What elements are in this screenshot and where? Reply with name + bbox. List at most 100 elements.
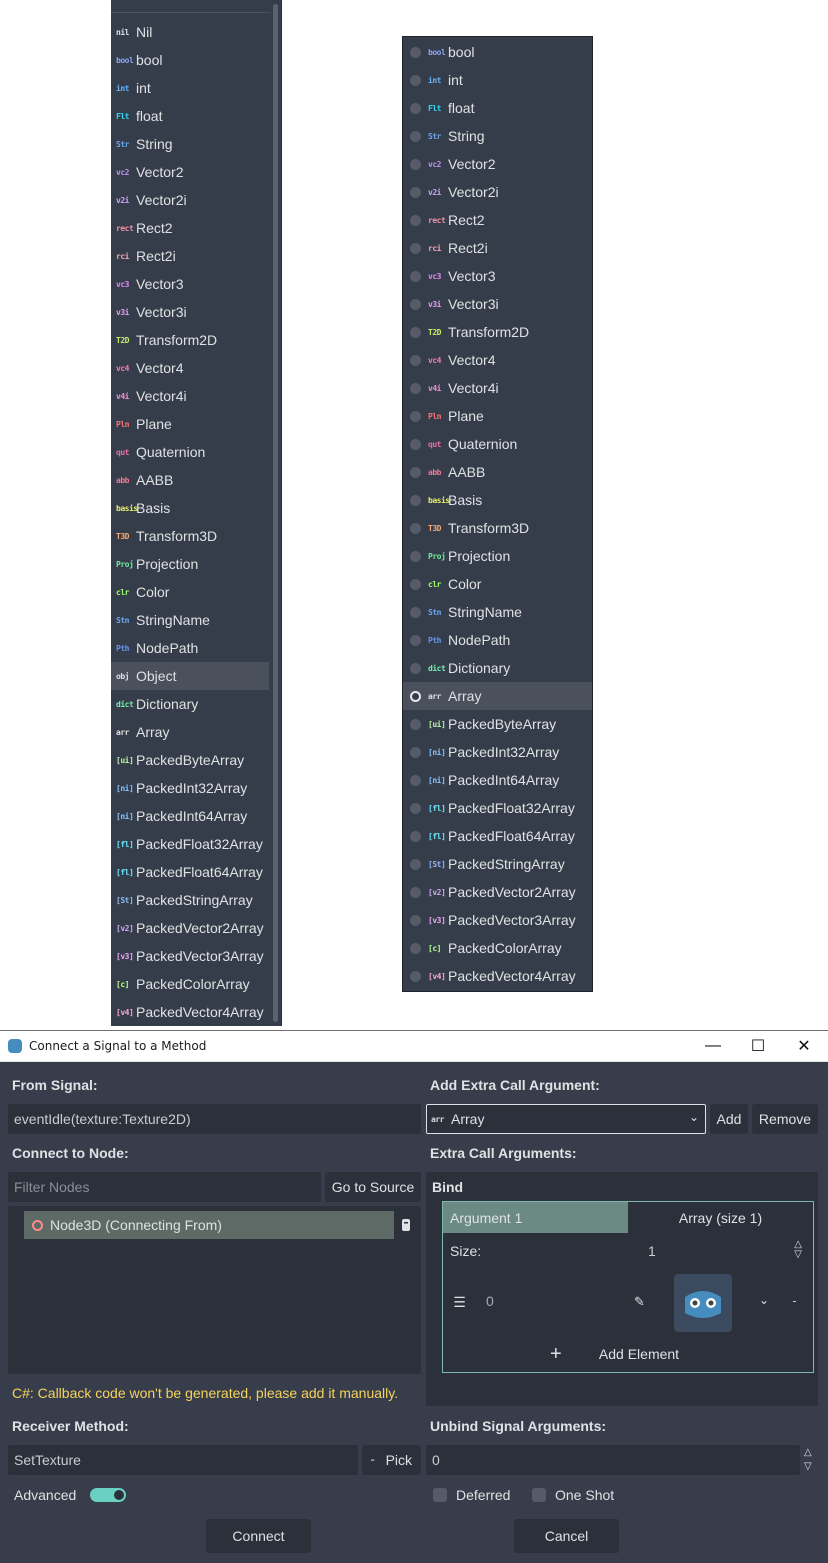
receiver-method-input[interactable]: SetTexture [8,1445,358,1475]
type-item-vector2[interactable]: vc2 Vector2 [111,158,269,186]
pick-button[interactable]: ╴ Pick [362,1445,421,1475]
type-option-vector2[interactable]: vc2 Vector2 [403,150,592,178]
close-icon[interactable]: ✕ [791,1035,817,1057]
type-item-vector3[interactable]: vc3 Vector3 [111,270,269,298]
type-option-plane[interactable]: Pln Plane [403,402,592,430]
advanced-toggle[interactable] [90,1488,127,1502]
type-item-vector3i[interactable]: v3i Vector3i [111,298,269,326]
type-item-string[interactable]: Str String [111,130,269,158]
type-option-rect2[interactable]: rect Rect2 [403,206,592,234]
type-option-vector2i[interactable]: v2i Vector2i [403,178,592,206]
type-item-projection[interactable]: Proj Projection [111,550,269,578]
array-value-button[interactable]: Array (size 1) [628,1202,813,1233]
go-to-source-button[interactable]: Go to Source [325,1172,421,1202]
maximize-icon[interactable]: ☐ [745,1035,771,1057]
type-option-packedint64array[interactable]: [ni] PackedInt64Array [403,766,592,794]
dialog-titlebar[interactable]: Connect a Signal to a Method — ☐ ✕ [0,1031,828,1062]
type-item-transform2d[interactable]: T2D Transform2D [111,326,269,354]
type-item-quaternion[interactable]: qut Quaternion [111,438,269,466]
remove-button[interactable]: Remove [752,1104,818,1134]
type-item-packedint32array[interactable]: [ni] PackedInt32Array [111,774,269,802]
type-option-float[interactable]: Flt float [403,94,592,122]
type-dropdown-list-left[interactable]: nil Nil bool bool int int Flt float Str String vc2… [111,0,282,1026]
texture-resource-picker[interactable]: ✎ ⌄ [628,1271,779,1334]
filter-nodes-input[interactable]: Filter Nodes [8,1172,321,1202]
extra-arg-type-select[interactable]: arr Array ⌄ [426,1104,706,1134]
type-item-bool[interactable]: bool bool [111,46,269,74]
type-item-packedfloat32array[interactable]: [fl] PackedFloat32Array [111,830,269,858]
type-item-array[interactable]: arr Array [111,718,269,746]
type-option-vector4[interactable]: vc4 Vector4 [403,346,592,374]
one-shot-checkbox[interactable]: One Shot [532,1487,614,1503]
type-item-rect2[interactable]: rect Rect2 [111,214,269,242]
type-item-object[interactable]: obj Object [111,662,269,690]
type-dropdown-list-right[interactable]: bool bool int int Flt float Str String vc2 Vector… [402,36,593,992]
type-option-vector4i[interactable]: v4i Vector4i [403,374,592,402]
type-item-rect2i[interactable]: rci Rect2i [111,242,269,270]
type-item-transform3d[interactable]: T3D Transform3D [111,522,269,550]
type-item-packedfloat64array[interactable]: [fl] PackedFloat64Array [111,858,269,886]
type-item-dictionary[interactable]: dict Dictionary [111,690,269,718]
type-item-vector2i[interactable]: v2i Vector2i [111,186,269,214]
connect-button[interactable]: Connect [206,1519,311,1553]
type-item-vector4i[interactable]: v4i Vector4i [111,382,269,410]
type-option-aabb[interactable]: abb AABB [403,458,592,486]
type-item-packedvector4array[interactable]: [v4] PackedVector4Array [111,998,269,1026]
type-item-packedvector3array[interactable]: [v3] PackedVector3Array [111,942,269,970]
type-option-projection[interactable]: Proj Projection [403,542,592,570]
type-option-vector3[interactable]: vc3 Vector3 [403,262,592,290]
cancel-button[interactable]: Cancel [514,1519,619,1553]
type-item-basis[interactable]: basis Basis [111,494,269,522]
type-item-stringname[interactable]: Stn StringName [111,606,269,634]
deferred-checkbox[interactable]: Deferred [433,1487,510,1503]
type-item-packedvector2array[interactable]: [v2] PackedVector2Array [111,914,269,942]
type-item-nodepath[interactable]: Pth NodePath [111,634,269,662]
type-option-rect2i[interactable]: rci Rect2i [403,234,592,262]
type-item-aabb[interactable]: abb AABB [111,466,269,494]
from-signal-field[interactable]: eventIdle(texture:Texture2D) [8,1104,421,1134]
add-button[interactable]: Add [710,1104,748,1134]
type-option-packedvector3array[interactable]: [v3] PackedVector3Array [403,906,592,934]
unbind-spinbox[interactable]: 0 [426,1445,800,1475]
type-option-stringname[interactable]: Stn StringName [403,598,592,626]
type-option-quaternion[interactable]: qut Quaternion [403,430,592,458]
type-item-int[interactable]: int int [111,74,269,102]
type-option-color[interactable]: clr Color [403,570,592,598]
add-element-button[interactable]: + Add Element [544,1340,712,1368]
type-option-packedvector4array[interactable]: [v4] PackedVector4Array [403,962,592,990]
type-item-packedcolorarray[interactable]: [c] PackedColorArray [111,970,269,998]
type-option-packedstringarray[interactable]: [St] PackedStringArray [403,850,592,878]
type-item-nil[interactable]: nil Nil [111,18,269,46]
type-option-basis[interactable]: basis Basis [403,486,592,514]
type-item-packedint64array[interactable]: [ni] PackedInt64Array [111,802,269,830]
type-item-packedbytearray[interactable]: [ui] PackedByteArray [111,746,269,774]
script-icon[interactable] [400,1218,412,1232]
type-option-packedcolorarray[interactable]: [c] PackedColorArray [403,934,592,962]
type-option-bool[interactable]: bool bool [403,38,592,66]
pipette-icon[interactable]: ╴ [783,1271,809,1334]
type-option-packedfloat64array[interactable]: [fl] PackedFloat64Array [403,822,592,850]
type-option-packedfloat32array[interactable]: [fl] PackedFloat32Array [403,794,592,822]
type-item-color[interactable]: clr Color [111,578,269,606]
minimize-icon[interactable]: — [700,1035,726,1057]
type-option-transform2d[interactable]: T2D Transform2D [403,318,592,346]
type-item-packedstringarray[interactable]: [St] PackedStringArray [111,886,269,914]
type-item-float[interactable]: Flt float [111,102,269,130]
type-option-transform3d[interactable]: T3D Transform3D [403,514,592,542]
type-option-packedbytearray[interactable]: [ui] PackedByteArray [403,710,592,738]
type-option-dictionary[interactable]: dict Dictionary [403,654,592,682]
scrollbar[interactable] [273,4,278,1022]
type-option-nodepath[interactable]: Pth NodePath [403,626,592,654]
type-option-int[interactable]: int int [403,66,592,94]
type-option-packedint32array[interactable]: [ni] PackedInt32Array [403,738,592,766]
tree-item-node3d[interactable]: Node3D (Connecting From) [24,1211,394,1239]
type-option-vector3i[interactable]: v3i Vector3i [403,290,592,318]
type-option-string[interactable]: Str String [403,122,592,150]
type-item-plane[interactable]: Pln Plane [111,410,269,438]
type-item-vector4[interactable]: vc4 Vector4 [111,354,269,382]
type-option-packedvector2array[interactable]: [v2] PackedVector2Array [403,878,592,906]
unbind-spin-arrows-icon[interactable]: △ ▽ [804,1446,812,1474]
size-spinbox[interactable]: 1 △ ▽ [630,1236,810,1266]
drag-handle-icon[interactable]: ☰ [446,1271,473,1334]
type-option-array[interactable]: arr Array [403,682,592,710]
